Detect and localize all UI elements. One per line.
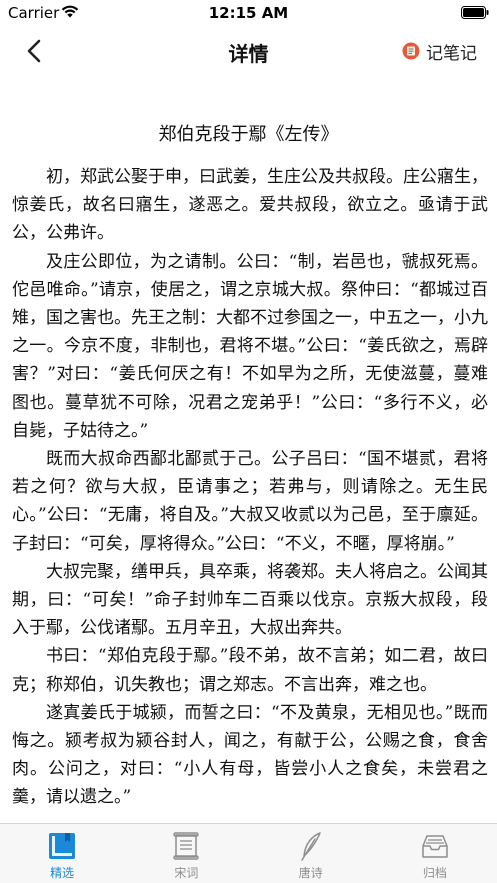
tab-label: 归档 bbox=[422, 866, 447, 880]
feather-icon bbox=[300, 832, 321, 861]
book-icon bbox=[49, 833, 76, 859]
article-paragraph: 大叔完聚，缮甲兵，具卒乘，将袭郑。夫人将启之。公闻其期，曰：“可矣！”命子封帅车… bbox=[12, 561, 488, 639]
take-notes-button[interactable]: 记笔记 bbox=[402, 38, 477, 64]
tab-featured[interactable]: 精选 bbox=[0, 824, 124, 883]
tab-label: 精选 bbox=[50, 866, 75, 880]
article-title: 郑伯克段于鄢《左传》 bbox=[158, 124, 339, 145]
take-notes-label: 记笔记 bbox=[426, 43, 477, 64]
article-paragraph: 遂寘姜氏于城颍，而誓之曰：“不及黄泉，无相见也。”既而悔之。颍考叔为颍谷封人，闻… bbox=[12, 702, 488, 808]
article-paragraph: 及庄公即位，为之请制。公曰：“制，岩邑也，虢叔死焉。佗邑唯命。”请京，使居之，谓… bbox=[12, 251, 488, 441]
article-paragraph: 初，郑武公娶于申，曰武姜，生庄公及共叔段。庄公寤生，惊姜氏，故名曰寤生，遂恶之。… bbox=[12, 167, 488, 244]
back-button[interactable] bbox=[22, 36, 50, 66]
tab-archive[interactable]: 归档 bbox=[373, 824, 497, 883]
status-bar: Carrier 12:15 AM bbox=[0, 0, 497, 26]
clock: 12:15 AM bbox=[208, 4, 289, 22]
chevron-left-icon bbox=[27, 39, 41, 63]
tab-label: 唐诗 bbox=[298, 866, 323, 880]
article-scroll-area[interactable]: 郑伯克段于鄢《左传》 初，郑武公娶于申，曰武姜，生庄公及共叔段。庄公寤生，惊姜氏… bbox=[0, 76, 497, 823]
tab-bar: 精选 宋词 唐诗 归档 bbox=[0, 823, 497, 883]
archive-tray-icon bbox=[422, 835, 448, 858]
notebook-icon bbox=[402, 42, 420, 60]
tab-song-ci[interactable]: 宋词 bbox=[124, 824, 248, 883]
tab-tang-poems[interactable]: 唐诗 bbox=[249, 824, 373, 883]
tab-label: 宋词 bbox=[174, 866, 199, 880]
article-body: 初，郑武公娶于申，曰武姜，生庄公及共叔段。庄公寤生，惊姜氏，故名曰寤生，遂恶之。… bbox=[12, 163, 488, 812]
navigation-bar: 详情 记笔记 bbox=[0, 26, 497, 76]
article-paragraph: 书曰：“郑伯克段于鄢。”段不弟，故不言弟；如二君，故曰克；称郑伯，讥失教也；谓之… bbox=[12, 646, 488, 695]
article-paragraph: 既而大叔命西鄙北鄙贰于己。公子吕曰：“国不堪贰，君将若之何？欲与大叔，臣请事之；… bbox=[12, 449, 488, 554]
battery-icon bbox=[461, 6, 489, 19]
scroll-icon bbox=[173, 832, 200, 860]
